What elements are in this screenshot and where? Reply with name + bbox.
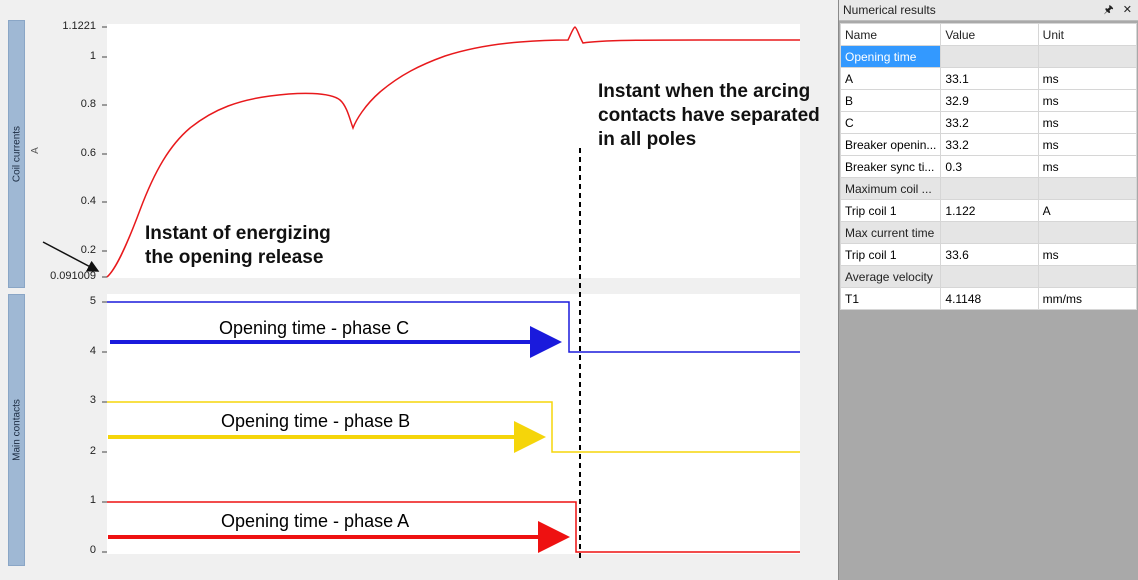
results-group-row[interactable]: Max current time [839,221,1138,244]
phase-b-label: Opening time - phase B [221,411,411,431]
column-header-value[interactable]: Value [940,23,1039,46]
cell-unit: ms [1037,155,1138,178]
results-row[interactable]: Trip coil 1 33.6 ms [839,243,1138,266]
phase-c-trace [107,301,800,353]
cell-unit: ms [1037,111,1138,134]
energize-annotation: Instant of energizing the opening releas… [145,223,331,268]
coil-currents-tick-marks [102,26,107,278]
separation-annotation: Instant when the arcing contacts have se… [598,81,820,150]
phase-a-label: Opening time - phase A [221,511,410,531]
group-empty-cell [940,177,1039,200]
group-name: Opening time [839,45,942,68]
group-empty-cell [1037,265,1138,288]
cell-unit: ms [1037,133,1138,156]
group-empty-cell [940,265,1039,288]
numerical-results-panel: Numerical results 🖈 ✕ Name Value Unit Op… [838,0,1138,580]
results-header-row: Name Value Unit [839,23,1138,46]
cell-unit: ms [1037,89,1138,112]
group-name: Average velocity [839,265,942,288]
results-row[interactable]: B 32.9 ms [839,89,1138,112]
cell-value: 4.1148 [940,287,1039,310]
cell-name: C [839,111,942,134]
close-icon[interactable]: ✕ [1123,4,1132,16]
cell-value: 33.1 [940,67,1039,90]
cell-name: A [839,67,942,90]
results-row[interactable]: Trip coil 1 1.122 A [839,199,1138,222]
results-row[interactable]: T1 4.1148 mm/ms [839,287,1138,310]
results-row[interactable]: C 33.2 ms [839,111,1138,134]
group-empty-cell [1037,45,1138,68]
group-empty-cell [1037,221,1138,244]
column-header-name[interactable]: Name [839,23,942,46]
group-empty-cell [940,45,1039,68]
phase-a-trace [107,501,800,553]
cell-unit: ms [1037,243,1138,266]
results-body: Opening time A 33.1 ms B 32.9 ms C 33.2 ms Breaker… [839,45,1138,310]
cell-name: B [839,89,942,112]
results-row[interactable]: Breaker openin... 33.2 ms [839,133,1138,156]
cell-name: Trip coil 1 [839,243,942,266]
results-row[interactable]: Breaker sync ti... 0.3 ms [839,155,1138,178]
cell-value: 33.2 [940,133,1039,156]
cell-name: Trip coil 1 [839,199,942,222]
results-table: Name Value Unit Opening time A 33.1 ms B 32.9… [839,23,1138,310]
phase-b-trace [107,401,800,453]
cell-unit: A [1037,199,1138,222]
results-group-row[interactable]: Average velocity [839,265,1138,288]
main-contacts-tick-marks [102,301,107,553]
cell-name: T1 [839,287,942,310]
cell-value: 1.122 [940,199,1039,222]
column-header-unit[interactable]: Unit [1037,23,1138,46]
panel-title-bar: Numerical results 🖈 ✕ [839,0,1138,21]
results-group-row[interactable]: Maximum coil ... [839,177,1138,200]
cell-value: 0.3 [940,155,1039,178]
cell-name: Breaker openin... [839,133,942,156]
cell-value: 33.2 [940,111,1039,134]
pin-icon[interactable]: 🖈 [1104,4,1114,16]
group-empty-cell [1037,177,1138,200]
group-empty-cell [940,221,1039,244]
energize-arrow [42,241,100,272]
cell-value: 32.9 [940,89,1039,112]
cell-unit: mm/ms [1037,287,1138,310]
results-group-row[interactable]: Opening time [839,45,1138,68]
cell-unit: ms [1037,67,1138,90]
panel-title: Numerical results [843,3,936,17]
group-name: Maximum coil ... [839,177,942,200]
cell-name: Breaker sync ti... [839,155,942,178]
group-name: Max current time [839,221,942,244]
phase-c-label: Opening time - phase C [219,318,410,338]
cell-value: 33.6 [940,243,1039,266]
results-row[interactable]: A 33.1 ms [839,67,1138,90]
